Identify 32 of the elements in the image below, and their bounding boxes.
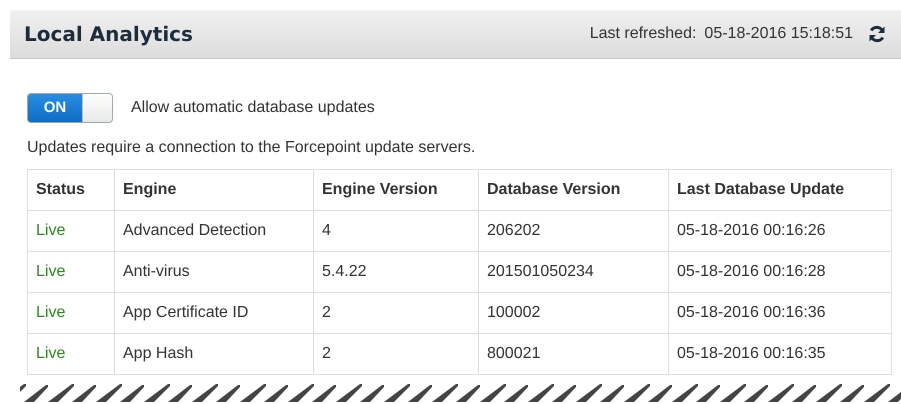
table-cell: App Hash — [114, 334, 314, 374]
table-cell: 5.4.22 — [314, 252, 478, 292]
table-cell: Live — [28, 210, 114, 252]
toggle-switch[interactable]: ON — [27, 93, 113, 123]
table-cell: 2 — [314, 292, 478, 334]
table-cell: Live — [28, 292, 114, 334]
table-cell: 05-18-2016 00:16:35 — [668, 334, 892, 374]
table-cell: Live — [28, 252, 114, 292]
table-cell: 4 — [314, 210, 478, 252]
table-cell: Anti-virus — [114, 252, 314, 292]
column-header: Engine Version — [314, 170, 478, 210]
info-text: Updates require a connection to the Forcepoint update servers. — [27, 139, 476, 157]
table-cell: 206202 — [478, 210, 668, 252]
column-header: Engine — [114, 170, 314, 210]
table-cell: 100002 — [478, 292, 668, 334]
column-header: Last Database Update — [668, 170, 892, 210]
page-title: Local Analytics — [24, 22, 194, 46]
table-cell: 05-18-2016 00:16:26 — [668, 210, 892, 252]
column-header: Status — [28, 170, 114, 210]
table-cell: Advanced Detection — [114, 210, 314, 252]
table-cell: Live — [28, 334, 114, 374]
column-header: Database Version — [478, 170, 668, 210]
refreshed-label: Last refreshed: — [590, 25, 696, 43]
toggle-label: Allow automatic database updates — [131, 99, 375, 117]
table-cell: 201501050234 — [478, 252, 668, 292]
table-cell: 05-18-2016 00:16:28 — [668, 252, 892, 292]
refreshed-time: 05-18-2016 15:18:51 — [704, 25, 853, 43]
table-cell: App Certificate ID — [114, 292, 314, 334]
table-cell: 05-18-2016 00:16:36 — [668, 292, 892, 334]
refresh-icon[interactable] — [867, 24, 887, 44]
table-cell: 2 — [314, 334, 478, 374]
table-cell: 800021 — [478, 334, 668, 374]
